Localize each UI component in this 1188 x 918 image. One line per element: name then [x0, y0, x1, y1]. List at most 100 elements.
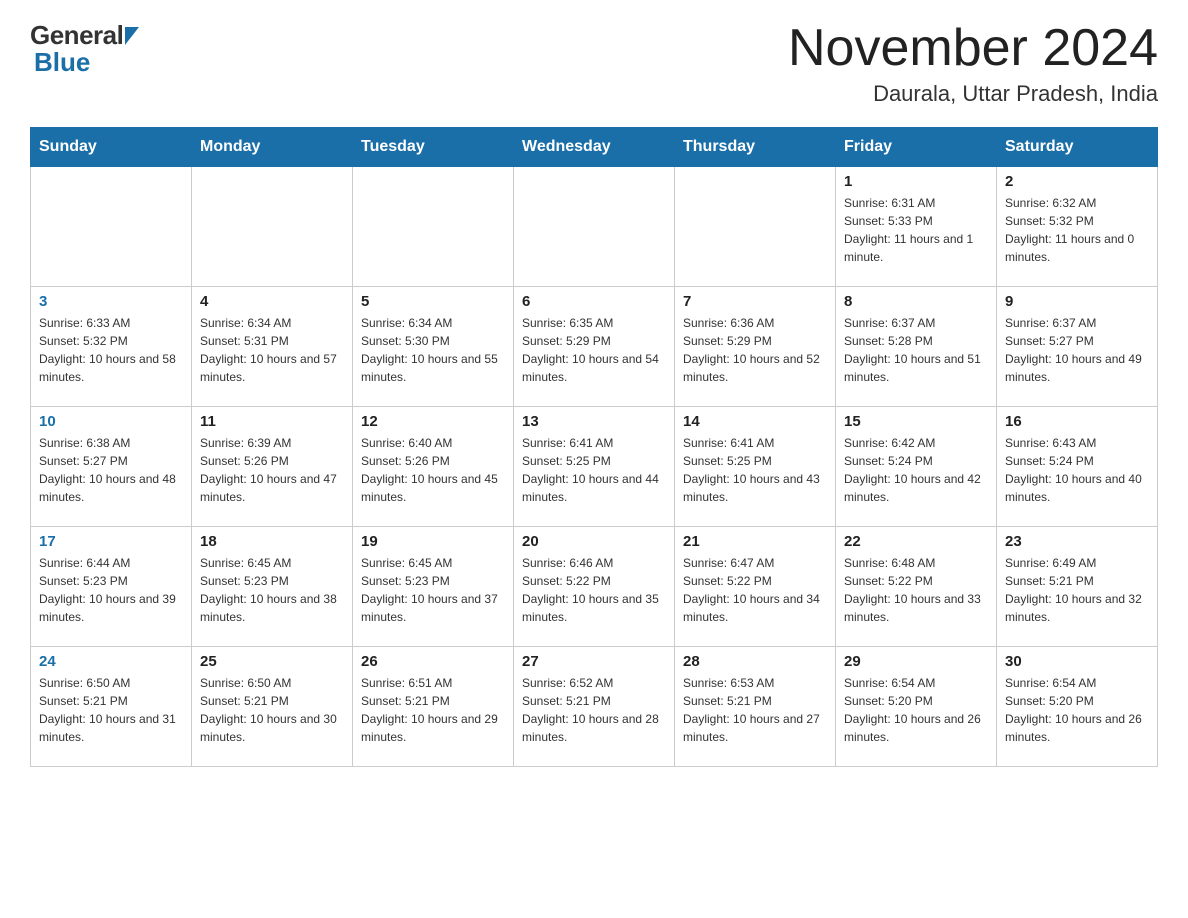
- day-info: Sunrise: 6:36 AMSunset: 5:29 PMDaylight:…: [683, 314, 827, 386]
- day-info: Sunrise: 6:46 AMSunset: 5:22 PMDaylight:…: [522, 554, 666, 626]
- calendar-cell: 7 Sunrise: 6:36 AMSunset: 5:29 PMDaylight…: [675, 287, 836, 407]
- calendar-cell: 21Sunrise: 6:47 AMSunset: 5:22 PMDayligh…: [675, 527, 836, 647]
- day-info: Sunrise: 6:45 AMSunset: 5:23 PMDaylight:…: [361, 554, 505, 626]
- calendar-body: 1 Sunrise: 6:31 AMSunset: 5:33 PMDaylight…: [31, 167, 1158, 767]
- day-info: Sunrise: 6:42 AMSunset: 5:24 PMDaylight:…: [844, 434, 988, 506]
- day-number: 7: [683, 293, 827, 310]
- day-number: 9: [1005, 293, 1149, 310]
- day-number: 21: [683, 533, 827, 550]
- calendar-cell: 1 Sunrise: 6:31 AMSunset: 5:33 PMDaylight…: [836, 167, 997, 287]
- day-info: Sunrise: 6:44 AMSunset: 5:23 PMDaylight:…: [39, 554, 183, 626]
- calendar-cell: 24Sunrise: 6:50 AMSunset: 5:21 PMDayligh…: [31, 647, 192, 767]
- header-wednesday: Wednesday: [514, 128, 675, 167]
- calendar-cell: 28 Sunrise: 6:53 AMSunset: 5:21 PMDayligh…: [675, 647, 836, 767]
- day-number: 17: [39, 533, 183, 550]
- calendar-cell: [192, 167, 353, 287]
- day-info: Sunrise: 6:31 AMSunset: 5:33 PMDaylight:…: [844, 194, 988, 266]
- calendar-cell: 19 Sunrise: 6:45 AMSunset: 5:23 PMDayligh…: [353, 527, 514, 647]
- day-info: Sunrise: 6:48 AMSunset: 5:22 PMDaylight:…: [844, 554, 988, 626]
- day-number: 30: [1005, 653, 1149, 670]
- header-thursday: Thursday: [675, 128, 836, 167]
- calendar-week-2: 3 Sunrise: 6:33 AMSunset: 5:32 PMDaylight…: [31, 287, 1158, 407]
- calendar-cell: 11 Sunrise: 6:39 AMSunset: 5:26 PMDayligh…: [192, 407, 353, 527]
- day-number: 29: [844, 653, 988, 670]
- calendar-cell: 27Sunrise: 6:52 AMSunset: 5:21 PMDayligh…: [514, 647, 675, 767]
- header-sunday: Sunday: [31, 128, 192, 167]
- calendar-cell: 16 Sunrise: 6:43 AMSunset: 5:24 PMDayligh…: [997, 407, 1158, 527]
- day-info: Sunrise: 6:32 AMSunset: 5:32 PMDaylight:…: [1005, 194, 1149, 266]
- day-info: Sunrise: 6:41 AMSunset: 5:25 PMDaylight:…: [522, 434, 666, 506]
- day-info: Sunrise: 6:53 AMSunset: 5:21 PMDaylight:…: [683, 674, 827, 746]
- calendar-cell: 22 Sunrise: 6:48 AMSunset: 5:22 PMDayligh…: [836, 527, 997, 647]
- calendar-header: SundayMondayTuesdayWednesdayThursdayFrid…: [31, 128, 1158, 167]
- calendar-cell: [675, 167, 836, 287]
- day-info: Sunrise: 6:40 AMSunset: 5:26 PMDaylight:…: [361, 434, 505, 506]
- calendar-week-4: 17 Sunrise: 6:44 AMSunset: 5:23 PMDayligh…: [31, 527, 1158, 647]
- calendar-cell: 10 Sunrise: 6:38 AMSunset: 5:27 PMDayligh…: [31, 407, 192, 527]
- header-tuesday: Tuesday: [353, 128, 514, 167]
- day-number: 25: [200, 653, 344, 670]
- day-number: 19: [361, 533, 505, 550]
- day-number: 4: [200, 293, 344, 310]
- calendar-week-5: 24Sunrise: 6:50 AMSunset: 5:21 PMDayligh…: [31, 647, 1158, 767]
- calendar-cell: 29 Sunrise: 6:54 AMSunset: 5:20 PMDayligh…: [836, 647, 997, 767]
- day-info: Sunrise: 6:37 AMSunset: 5:27 PMDaylight:…: [1005, 314, 1149, 386]
- day-info: Sunrise: 6:51 AMSunset: 5:21 PMDaylight:…: [361, 674, 505, 746]
- page-header: General Blue November 2024 Daurala, Utta…: [30, 20, 1158, 107]
- day-number: 3: [39, 293, 183, 310]
- calendar-cell: [353, 167, 514, 287]
- day-info: Sunrise: 6:39 AMSunset: 5:26 PMDaylight:…: [200, 434, 344, 506]
- calendar-week-1: 1 Sunrise: 6:31 AMSunset: 5:33 PMDaylight…: [31, 167, 1158, 287]
- day-number: 22: [844, 533, 988, 550]
- day-info: Sunrise: 6:33 AMSunset: 5:32 PMDaylight:…: [39, 314, 183, 386]
- day-number: 6: [522, 293, 666, 310]
- calendar-cell: 17 Sunrise: 6:44 AMSunset: 5:23 PMDayligh…: [31, 527, 192, 647]
- header-friday: Friday: [836, 128, 997, 167]
- day-info: Sunrise: 6:54 AMSunset: 5:20 PMDaylight:…: [844, 674, 988, 746]
- day-info: Sunrise: 6:41 AMSunset: 5:25 PMDaylight:…: [683, 434, 827, 506]
- calendar-table: SundayMondayTuesdayWednesdayThursdayFrid…: [30, 127, 1158, 767]
- day-number: 10: [39, 413, 183, 430]
- day-info: Sunrise: 6:34 AMSunset: 5:30 PMDaylight:…: [361, 314, 505, 386]
- calendar-cell: [514, 167, 675, 287]
- day-number: 28: [683, 653, 827, 670]
- day-number: 16: [1005, 413, 1149, 430]
- title-block: November 2024 Daurala, Uttar Pradesh, In…: [788, 20, 1158, 107]
- day-info: Sunrise: 6:54 AMSunset: 5:20 PMDaylight:…: [1005, 674, 1149, 746]
- calendar-cell: 12Sunrise: 6:40 AMSunset: 5:26 PMDayligh…: [353, 407, 514, 527]
- calendar-cell: 6 Sunrise: 6:35 AMSunset: 5:29 PMDaylight…: [514, 287, 675, 407]
- calendar-cell: 9 Sunrise: 6:37 AMSunset: 5:27 PMDaylight…: [997, 287, 1158, 407]
- calendar-cell: 8 Sunrise: 6:37 AMSunset: 5:28 PMDaylight…: [836, 287, 997, 407]
- day-number: 11: [200, 413, 344, 430]
- calendar-cell: 3 Sunrise: 6:33 AMSunset: 5:32 PMDaylight…: [31, 287, 192, 407]
- calendar-cell: 30 Sunrise: 6:54 AMSunset: 5:20 PMDayligh…: [997, 647, 1158, 767]
- calendar-cell: [31, 167, 192, 287]
- day-info: Sunrise: 6:43 AMSunset: 5:24 PMDaylight:…: [1005, 434, 1149, 506]
- day-number: 5: [361, 293, 505, 310]
- month-title: November 2024: [788, 20, 1158, 77]
- day-info: Sunrise: 6:34 AMSunset: 5:31 PMDaylight:…: [200, 314, 344, 386]
- day-number: 2: [1005, 173, 1149, 190]
- day-number: 13: [522, 413, 666, 430]
- day-number: 20: [522, 533, 666, 550]
- calendar-week-3: 10 Sunrise: 6:38 AMSunset: 5:27 PMDayligh…: [31, 407, 1158, 527]
- calendar-cell: 2 Sunrise: 6:32 AMSunset: 5:32 PMDaylight…: [997, 167, 1158, 287]
- calendar-cell: 15Sunrise: 6:42 AMSunset: 5:24 PMDayligh…: [836, 407, 997, 527]
- day-info: Sunrise: 6:49 AMSunset: 5:21 PMDaylight:…: [1005, 554, 1149, 626]
- day-number: 8: [844, 293, 988, 310]
- calendar-cell: 23Sunrise: 6:49 AMSunset: 5:21 PMDayligh…: [997, 527, 1158, 647]
- day-number: 1: [844, 173, 988, 190]
- day-info: Sunrise: 6:37 AMSunset: 5:28 PMDaylight:…: [844, 314, 988, 386]
- location-text: Daurala, Uttar Pradesh, India: [788, 81, 1158, 107]
- calendar-cell: 13 Sunrise: 6:41 AMSunset: 5:25 PMDayligh…: [514, 407, 675, 527]
- day-number: 26: [361, 653, 505, 670]
- day-number: 18: [200, 533, 344, 550]
- day-info: Sunrise: 6:38 AMSunset: 5:27 PMDaylight:…: [39, 434, 183, 506]
- day-info: Sunrise: 6:45 AMSunset: 5:23 PMDaylight:…: [200, 554, 344, 626]
- header-saturday: Saturday: [997, 128, 1158, 167]
- logo-blue-text: Blue: [34, 47, 90, 78]
- day-info: Sunrise: 6:50 AMSunset: 5:21 PMDaylight:…: [39, 674, 183, 746]
- calendar-cell: 20 Sunrise: 6:46 AMSunset: 5:22 PMDayligh…: [514, 527, 675, 647]
- day-info: Sunrise: 6:35 AMSunset: 5:29 PMDaylight:…: [522, 314, 666, 386]
- calendar-cell: 14Sunrise: 6:41 AMSunset: 5:25 PMDayligh…: [675, 407, 836, 527]
